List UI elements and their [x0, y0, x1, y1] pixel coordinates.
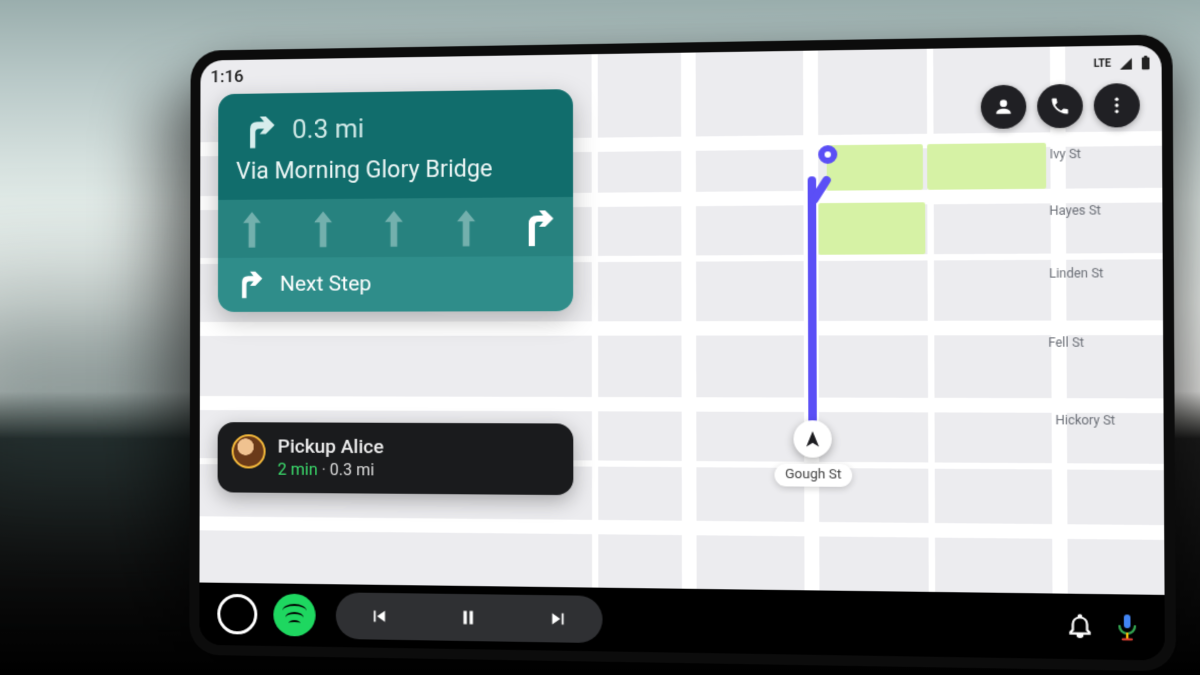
contact-avatar — [232, 434, 266, 468]
voice-assistant-button[interactable] — [1114, 612, 1145, 642]
nav-distance: 0.3 mi — [292, 114, 364, 145]
pickup-eta: 2 min — [278, 460, 318, 479]
current-location-marker — [793, 420, 831, 457]
navigation-card[interactable]: 0.3 mi Via Morning Glory Bridge Next Ste… — [218, 89, 573, 312]
profile-button[interactable] — [981, 85, 1027, 129]
next-step-label: Next Step — [280, 272, 372, 296]
navcard-next-step[interactable]: Next Step — [218, 256, 573, 312]
pause-button[interactable] — [457, 606, 480, 629]
bottom-bar — [199, 583, 1165, 661]
network-label: LTE — [1093, 58, 1111, 70]
home-button[interactable] — [217, 594, 257, 635]
status-time: 1:16 — [210, 67, 243, 87]
turn-right-icon — [236, 109, 278, 152]
current-street-chip: Gough St — [774, 464, 852, 487]
notifications-button[interactable] — [1066, 612, 1097, 642]
map-canvas[interactable]: Ivy St Hayes St Linden St Fell St Hickor… — [199, 45, 1164, 595]
pickup-subtitle: 2 min · 0.3 mi — [278, 460, 384, 480]
destination-marker — [818, 145, 837, 164]
next-step-turn-icon — [236, 270, 266, 300]
pickup-title: Pickup Alice — [278, 434, 384, 458]
car-display-device: Ivy St Hayes St Linden St Fell St Hickor… — [189, 34, 1176, 671]
street-linden: Linden St — [1049, 266, 1103, 281]
street-ivy: Ivy St — [1050, 147, 1081, 162]
street-fell: Fell St — [1048, 335, 1084, 350]
pickup-card[interactable]: Pickup Alice 2 min · 0.3 mi — [218, 422, 574, 495]
skip-next-button[interactable] — [546, 607, 569, 630]
street-hayes: Hayes St — [1049, 203, 1101, 218]
map-action-buttons — [981, 83, 1140, 129]
street-hickory: Hickory St — [1055, 413, 1115, 428]
signal-icon — [1118, 56, 1135, 70]
battery-icon — [1141, 56, 1151, 71]
pickup-distance: 0.3 mi — [330, 460, 375, 479]
phone-button[interactable] — [1037, 84, 1083, 128]
media-controls — [336, 592, 603, 643]
navcard-lanes — [218, 197, 573, 258]
navcard-main: 0.3 mi Via Morning Glory Bridge — [218, 89, 573, 200]
active-lane-right — [517, 207, 558, 248]
screen: Ivy St Hayes St Linden St Fell St Hickor… — [199, 45, 1165, 661]
nav-via: Via Morning Glory Bridge — [236, 154, 554, 185]
more-options-button[interactable] — [1094, 83, 1140, 128]
spotify-app-icon[interactable] — [273, 594, 315, 637]
skip-previous-button[interactable] — [369, 605, 391, 628]
